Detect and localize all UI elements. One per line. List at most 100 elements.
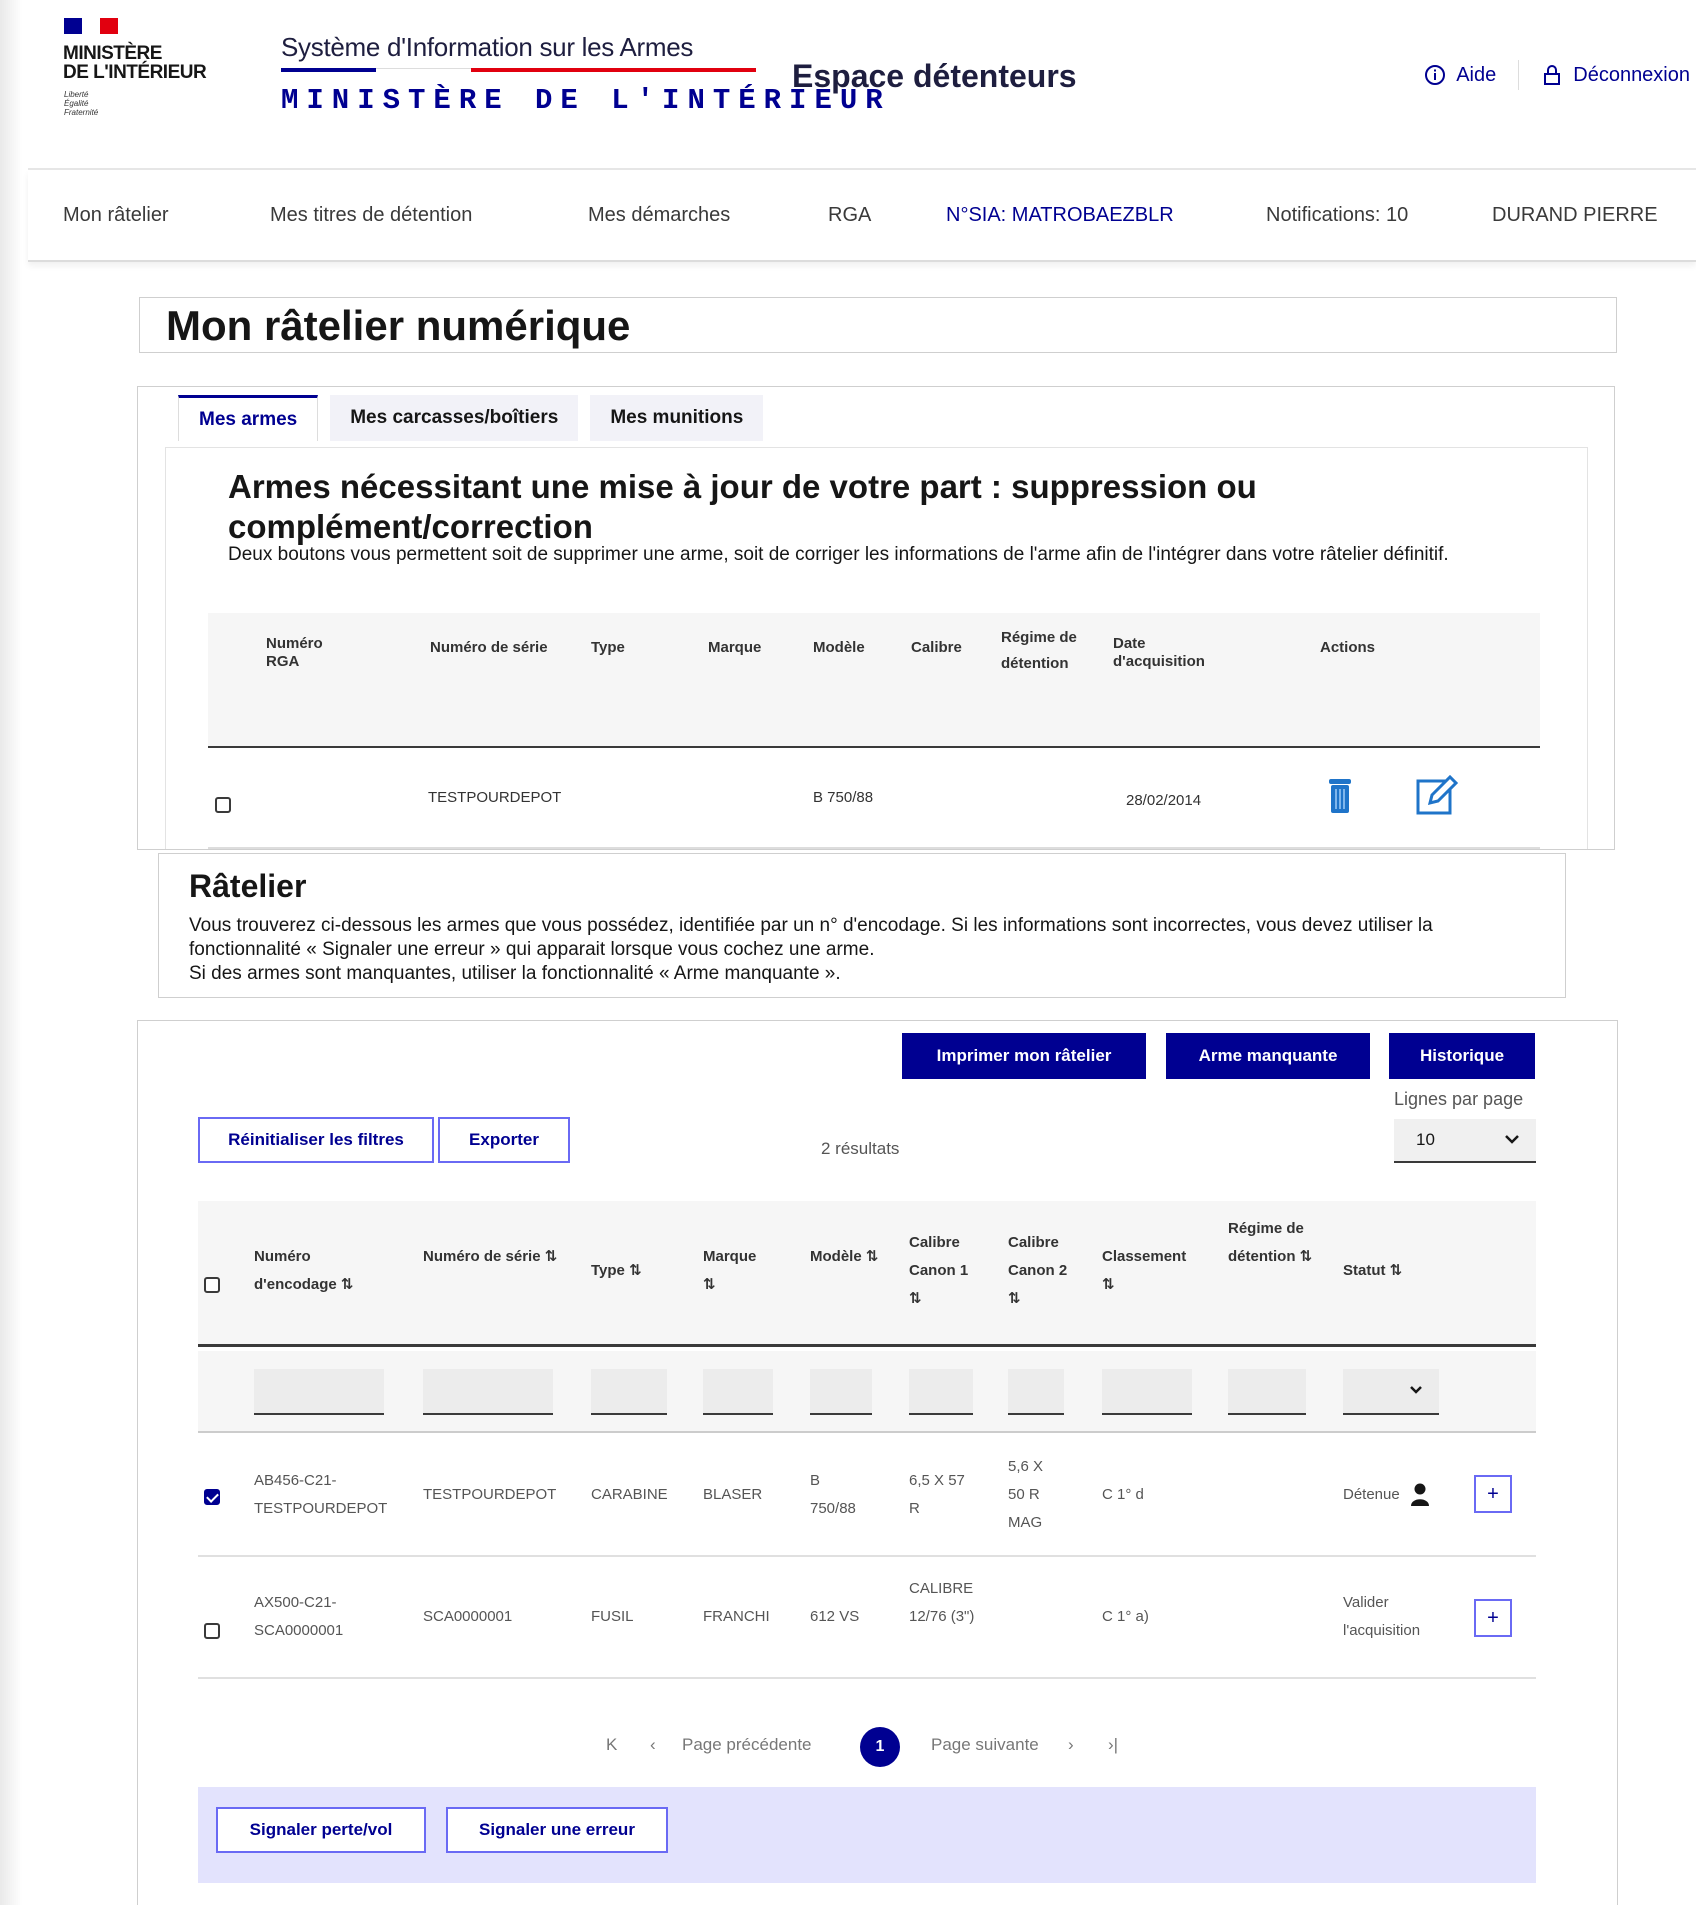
col-marque[interactable]: Marque ⇅ [703,1243,773,1299]
edit-pencil-icon[interactable] [1416,774,1459,820]
col-calibre-canon-1[interactable]: Calibre Canon 1 ⇅ [909,1229,969,1313]
ratelier-table-panel: Imprimer mon râtelier Arme manquante His… [137,1020,1618,1905]
current-page[interactable]: 1 [860,1727,900,1767]
prev-arrow[interactable]: ‹ [650,1735,656,1755]
update-section-title: Armes nécessitant une mise à jour de vot… [228,468,1257,545]
prev-page-button[interactable]: Page précédente [682,1735,812,1755]
nav-item-user[interactable]: DURAND PIERRE [1492,204,1658,227]
col-numero-serie[interactable]: Numéro de série ⇅ [423,1243,558,1271]
cell-type: FUSIL [591,1608,634,1625]
filter-serie-input[interactable] [423,1369,553,1415]
cell-numero-serie: TESTPOURDEPOT [428,789,562,806]
cell-modele: 612 VS [810,1608,860,1625]
aide-link[interactable]: Aide [1424,64,1496,87]
page-shadow [0,0,22,1905]
nav-item-notifications[interactable]: Notifications: 10 [1266,204,1408,227]
user-person-icon [1411,1483,1429,1506]
nav-item-rga[interactable]: RGA [828,204,871,227]
filter-calibre2-input[interactable] [1008,1369,1064,1415]
cell-classement: C 1° a) [1102,1608,1149,1625]
filter-encodage-input[interactable] [254,1369,384,1415]
page-title: Mon râtelier numérique [166,302,631,349]
col-numero-rga: Numéro RGA [266,635,323,670]
row-checkbox-checked[interactable] [204,1489,220,1505]
tab-mes-carcasses[interactable]: Mes carcasses/boîtiers [330,395,579,441]
results-count: 2 résultats [821,1139,900,1158]
last-page-button[interactable]: ›| [1108,1735,1118,1755]
cell-calibre2: 5,6 X 50 R MAG [1008,1458,1044,1531]
table-row: AB456-C21-TESTPOURDEPOT TESTPOURDEPOT CA… [198,1435,1536,1557]
tab-mes-armes[interactable]: Mes armes [178,395,319,441]
row-expand-plus-button[interactable]: + [1474,1599,1512,1637]
col-calibre-canon-2[interactable]: Calibre Canon 2 ⇅ [1008,1229,1068,1313]
cell-type: CARABINE [591,1486,668,1503]
row-checkbox[interactable] [204,1623,220,1639]
deconnexion-link[interactable]: Déconnexion [1541,64,1690,87]
signaler-perte-vol-button[interactable]: Signaler perte/vol [216,1807,426,1853]
tab-mes-munitions[interactable]: Mes munitions [590,395,764,441]
delete-trash-icon[interactable] [1325,777,1355,820]
header-separator [1518,60,1520,90]
cell-serie: TESTPOURDEPOT [423,1486,557,1503]
cell-date-acquisition: 28/02/2014 [1126,792,1202,809]
cell-calibre1: 6,5 X 57 R [909,1472,965,1517]
imprimer-ratelier-button[interactable]: Imprimer mon râtelier [902,1033,1146,1079]
filter-regime-input[interactable] [1228,1369,1306,1415]
nav-item-demarches[interactable]: Mes démarches [588,204,730,227]
col-modele[interactable]: Modèle ⇅ [810,1243,880,1271]
cell-marque: BLASER [703,1486,763,1503]
col-regime-detention[interactable]: Régime de détention ⇅ [1228,1215,1313,1271]
table-row: AX500-C21-SCA0000001 SCA0000001 FUSIL FR… [198,1557,1536,1679]
cell-statut: Détenue [1343,1486,1400,1503]
deconnexion-label: Déconnexion [1573,63,1690,86]
update-table-row: TESTPOURDEPOT B 750/88 28/02/2014 [208,747,1540,849]
filter-calibre1-input[interactable] [909,1369,973,1415]
nav-item-titres[interactable]: Mes titres de détention [270,204,472,227]
ratelier-table-header: Numéro d'encodage ⇅ Numéro de série ⇅ Ty… [198,1201,1536,1347]
col-statut[interactable]: Statut ⇅ [1343,1257,1423,1285]
filter-type-input[interactable] [591,1369,667,1415]
col-classement[interactable]: Classement ⇅ [1102,1243,1202,1299]
arme-manquante-button[interactable]: Arme manquante [1166,1033,1370,1079]
info-icon [1425,65,1446,85]
signaler-erreur-button[interactable]: Signaler une erreur [446,1807,668,1853]
first-page-button[interactable]: K [606,1735,617,1755]
update-table-header: Numéro RGA Numéro de série Type Marque M… [208,613,1540,748]
sia-title-underline-white [376,68,471,72]
col-numero-encodage[interactable]: Numéro d'encodage ⇅ [254,1243,374,1299]
cell-classement: C 1° d [1102,1486,1144,1503]
chevron-down-icon [1410,1386,1422,1394]
cell-modele: B 750/88 [813,789,874,806]
nav-item-numero-sia[interactable]: N°SIA: MATROBAEZBLR [946,204,1174,227]
cell-encodage: AB456-C21-TESTPOURDEPOT [254,1472,388,1517]
espace-title: Espace détenteurs [792,58,1077,94]
row-expand-plus-button[interactable]: + [1474,1475,1512,1513]
cell-statut: Valider l'acquisition [1343,1594,1421,1639]
filter-classement-input[interactable] [1102,1369,1192,1415]
next-arrow[interactable]: › [1068,1735,1074,1755]
ratelier-description: Vous trouverez ci-dessous les armes que … [189,915,1433,984]
row-checkbox[interactable] [215,797,231,813]
filter-modele-input[interactable] [810,1369,872,1415]
lines-per-page-select[interactable]: 10 [1394,1119,1536,1163]
select-all-checkbox[interactable] [204,1277,220,1293]
chevron-down-icon [1505,1135,1519,1144]
reinitialiser-filtres-button[interactable]: Réinitialiser les filtres [198,1117,434,1163]
header-links: Aide Déconnexion [1424,60,1690,90]
next-page-button[interactable]: Page suivante [931,1735,1039,1755]
sia-title-underline [281,68,376,72]
filter-statut-select[interactable] [1343,1369,1439,1415]
col-actions: Actions [1320,639,1376,656]
nav-item-mon-ratelier[interactable]: Mon râtelier [63,204,169,227]
header: MINISTÈRE DE L'INTÉRIEUR Liberté Égalité… [28,0,1696,170]
lines-per-page-label: Lignes par page [1394,1089,1524,1109]
col-type[interactable]: Type ⇅ [591,1257,661,1285]
selection-action-bar: Signaler perte/vol Signaler une erreur [198,1787,1536,1883]
main-nav: Mon râtelier Mes titres de détention Mes… [28,170,1696,262]
exporter-button[interactable]: Exporter [438,1117,570,1163]
col-numero-serie: Numéro de série [430,639,548,656]
historique-button[interactable]: Historique [1389,1033,1535,1079]
filter-marque-input[interactable] [703,1369,773,1415]
lines-per-page-value: 10 [1416,1130,1435,1149]
aide-label: Aide [1456,63,1497,86]
